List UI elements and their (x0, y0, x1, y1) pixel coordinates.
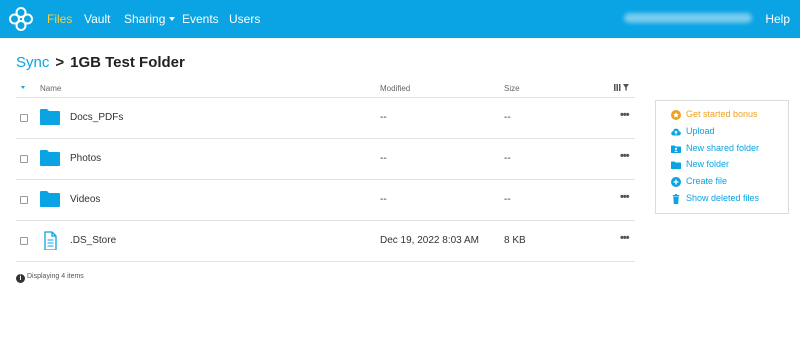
breadcrumb: Sync >1GB Test Folder (16, 54, 185, 72)
action-label: Show deleted files (686, 192, 760, 203)
sync-logo-icon[interactable] (8, 6, 34, 32)
action-label: Upload (686, 125, 715, 136)
nav-sharing[interactable]: Sharing (124, 12, 176, 26)
document-icon (44, 231, 57, 250)
more-options-icon[interactable]: ••• (620, 150, 630, 162)
view-filter-icon[interactable] (614, 83, 630, 92)
item-count-text: Displaying 4 items (27, 273, 84, 280)
actions-panel: Get started bonus Upload New shared fold… (655, 100, 789, 214)
folder-icon (40, 191, 60, 207)
file-modified: -- (380, 194, 387, 205)
file-size: -- (504, 194, 511, 205)
column-header-size[interactable]: Size (504, 84, 520, 93)
column-header-name[interactable]: Name (40, 84, 61, 93)
new-folder-link[interactable]: New folder (671, 159, 788, 176)
file-size: -- (504, 112, 511, 123)
row-checkbox[interactable] (20, 237, 28, 245)
row-checkbox[interactable] (20, 155, 28, 163)
show-deleted-files-link[interactable]: Show deleted files (671, 193, 788, 210)
new-shared-folder-link[interactable]: New shared folder (671, 143, 788, 160)
folder-icon (671, 161, 681, 170)
folder-icon (40, 150, 60, 166)
info-icon: i (16, 274, 25, 283)
row-checkbox[interactable] (20, 196, 28, 204)
get-started-bonus-link[interactable]: Get started bonus (671, 109, 788, 126)
action-label: Get started bonus (686, 109, 758, 119)
nav-vault[interactable]: Vault (84, 12, 110, 26)
create-file-link[interactable]: Create file (671, 176, 788, 193)
cloud-upload-icon (671, 128, 681, 136)
breadcrumb-root-link[interactable]: Sync (16, 54, 49, 71)
action-label: New folder (686, 159, 730, 170)
file-size: 8 KB (504, 235, 526, 246)
table-row[interactable]: Videos -- -- ••• (16, 180, 635, 221)
table-row[interactable]: Photos -- -- ••• (16, 139, 635, 180)
file-size: -- (504, 153, 511, 164)
file-modified: Dec 19, 2022 8:03 AM (380, 235, 479, 246)
action-label: Create file (686, 176, 728, 187)
file-name[interactable]: Videos (70, 194, 100, 205)
folder-icon (40, 109, 60, 125)
file-modified: -- (380, 153, 387, 164)
help-link[interactable]: Help (765, 12, 790, 26)
table-row[interactable]: Docs_PDFs -- -- ••• (16, 98, 635, 139)
upload-link[interactable]: Upload (671, 126, 788, 143)
more-options-icon[interactable]: ••• (620, 232, 630, 244)
star-icon (671, 110, 681, 120)
file-list: Name Modified Size Docs_PDFs -- -- ••• P… (16, 78, 635, 262)
nav-users[interactable]: Users (229, 12, 260, 26)
sort-toggle-icon[interactable] (21, 86, 25, 89)
nav-files[interactable]: Files (47, 12, 72, 26)
file-name[interactable]: .DS_Store (70, 235, 116, 246)
file-name[interactable]: Photos (70, 153, 101, 164)
chevron-down-icon (169, 17, 176, 21)
file-name[interactable]: Docs_PDFs (70, 112, 123, 123)
shared-folder-icon (671, 145, 681, 153)
plus-circle-icon (671, 177, 681, 188)
page-title: 1GB Test Folder (70, 54, 185, 71)
table-row[interactable]: .DS_Store Dec 19, 2022 8:03 AM 8 KB ••• (16, 221, 635, 262)
file-list-header: Name Modified Size (16, 78, 635, 98)
more-options-icon[interactable]: ••• (620, 109, 630, 121)
user-account-menu[interactable] (624, 13, 752, 23)
top-navigation-bar: Files Vault Sharing Events Users Help (0, 0, 800, 38)
nav-sharing-label: Sharing (124, 12, 166, 26)
breadcrumb-separator: > (55, 54, 65, 71)
nav-events[interactable]: Events (182, 12, 219, 26)
action-label: New shared folder (686, 142, 760, 153)
file-modified: -- (380, 112, 387, 123)
more-options-icon[interactable]: ••• (620, 191, 630, 203)
trash-icon (672, 193, 680, 204)
row-checkbox[interactable] (20, 114, 28, 122)
status-footer: i Displaying 4 items (16, 273, 84, 283)
column-header-modified[interactable]: Modified (380, 84, 410, 93)
